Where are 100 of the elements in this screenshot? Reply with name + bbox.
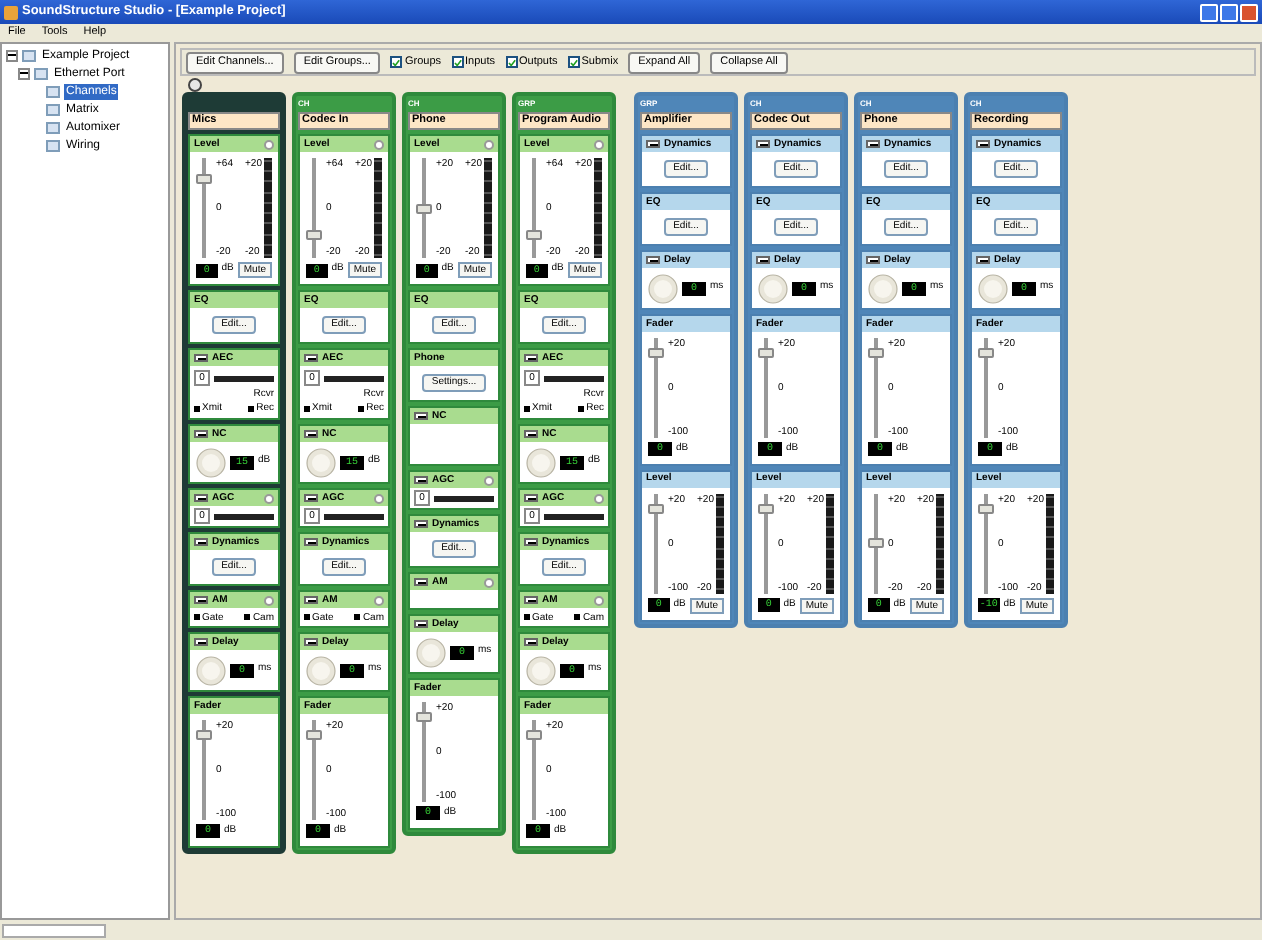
slider-track[interactable] [648,338,664,438]
slider-thumb[interactable] [868,348,884,358]
slider-thumb[interactable] [526,730,542,740]
close-icon[interactable] [594,493,604,503]
knob-icon[interactable] [758,273,788,303]
slider-track[interactable] [868,493,884,593]
slider-thumb[interactable] [648,503,664,513]
level-meter [264,158,272,258]
level-bar [544,375,604,381]
collapse-icon[interactable] [188,78,202,92]
toggle-icon[interactable] [524,494,538,502]
toggle-icon[interactable] [756,256,770,264]
toggle-icon[interactable] [414,620,428,628]
checkbox[interactable] [451,56,464,68]
slider-thumb[interactable] [978,348,994,358]
close-icon[interactable] [374,139,384,149]
checkbox[interactable] [390,56,403,68]
level-meter [594,158,602,258]
slider-track[interactable] [978,493,994,593]
toggle-icon[interactable] [304,430,318,438]
close-icon[interactable] [264,595,274,605]
toggle-icon[interactable] [646,140,660,148]
knob-icon[interactable] [526,447,556,477]
toggle-icon[interactable] [194,354,208,362]
slider-track[interactable] [868,338,884,438]
slider-track[interactable] [978,338,994,438]
close-icon[interactable] [484,139,494,149]
knob-icon[interactable] [306,655,336,685]
slider-thumb[interactable] [758,348,774,358]
expander-icon[interactable] [18,67,30,79]
slider-thumb[interactable] [196,730,212,740]
slider-track[interactable] [526,158,542,258]
toggle-icon[interactable] [866,256,880,264]
expander-icon[interactable] [6,49,18,61]
close-icon[interactable] [264,493,274,503]
toggle-icon[interactable] [414,476,428,484]
slider-track[interactable] [306,158,322,258]
toggle-icon[interactable] [194,538,208,546]
slider-track[interactable] [416,702,432,802]
toggle-icon[interactable] [524,354,538,362]
slider-track[interactable] [306,720,322,820]
slider-track[interactable] [196,158,212,258]
close-icon[interactable] [374,595,384,605]
maximize-button[interactable] [1220,3,1238,21]
knob-icon[interactable] [306,447,336,477]
slider-thumb[interactable] [758,503,774,513]
toggle-icon[interactable] [304,596,318,604]
slider-thumb[interactable] [416,712,432,722]
toggle-icon[interactable] [414,578,428,586]
toggle-icon[interactable] [524,430,538,438]
checkbox[interactable] [567,56,580,68]
knob-icon[interactable] [868,273,898,303]
toggle-icon[interactable] [194,494,208,502]
close-icon[interactable] [594,139,604,149]
slider-thumb[interactable] [196,173,212,183]
toggle-icon[interactable] [304,538,318,546]
toggle-icon[interactable] [414,412,428,420]
toggle-icon[interactable] [866,140,880,148]
close-icon[interactable] [594,595,604,605]
toggle-icon[interactable] [194,430,208,438]
slider-thumb[interactable] [868,538,884,548]
toggle-icon[interactable] [414,520,428,528]
toggle-icon[interactable] [304,354,318,362]
close-icon[interactable] [264,139,274,149]
slider-thumb[interactable] [306,229,322,239]
scrollbar-thumb[interactable] [2,923,106,937]
checkbox[interactable] [505,56,517,68]
knob-icon[interactable] [978,273,1008,303]
toggle-icon[interactable] [976,256,990,264]
knob-icon[interactable] [526,655,556,685]
slider-thumb[interactable] [416,203,432,213]
toggle-icon[interactable] [976,140,990,148]
slider-thumb[interactable] [526,229,542,239]
close-icon[interactable] [484,577,494,587]
slider-track[interactable] [758,338,774,438]
toggle-icon[interactable] [646,256,660,264]
slider-thumb[interactable] [648,348,664,358]
close-button[interactable] [1240,3,1258,21]
knob-icon[interactable] [416,637,446,667]
toggle-icon[interactable] [524,538,538,546]
toggle-icon[interactable] [524,638,538,646]
toggle-icon[interactable] [304,638,318,646]
toggle-icon[interactable] [756,140,770,148]
slider-track[interactable] [196,720,212,820]
toggle-icon[interactable] [304,494,318,502]
close-icon[interactable] [484,475,494,485]
slider-thumb[interactable] [306,730,322,740]
slider-track[interactable] [648,493,664,593]
knob-icon[interactable] [196,447,226,477]
slider-track[interactable] [526,720,542,820]
close-icon[interactable] [374,493,384,503]
slider-thumb[interactable] [978,503,994,513]
slider-track[interactable] [758,493,774,593]
knob-icon[interactable] [196,655,226,685]
toggle-icon[interactable] [194,638,208,646]
knob-icon[interactable] [648,273,678,303]
slider-track[interactable] [416,158,432,258]
toggle-icon[interactable] [194,596,208,604]
minimize-button[interactable] [1200,3,1218,21]
toggle-icon[interactable] [524,596,538,604]
